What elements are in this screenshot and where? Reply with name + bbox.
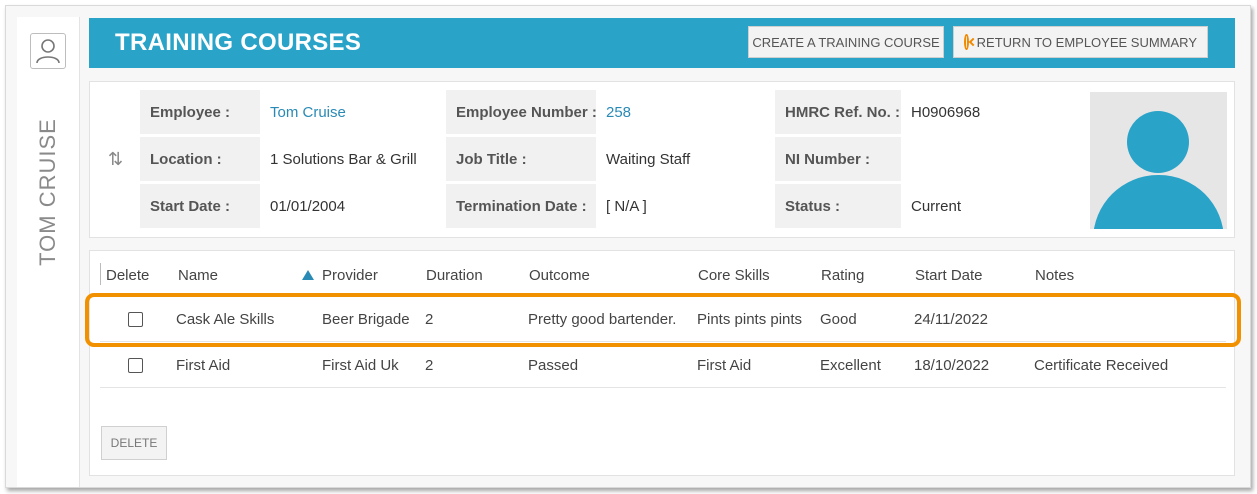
cell-provider: First Aid Uk (322, 357, 399, 374)
hmrc-label: HMRC Ref. No. : (775, 90, 901, 134)
column-header-rating[interactable]: Rating (821, 267, 864, 284)
status-value: Current (911, 197, 962, 215)
delete-button[interactable]: DELETE (101, 426, 167, 460)
employee-photo-placeholder (1090, 92, 1227, 229)
cell-rating: Good (820, 311, 857, 328)
employee-number-link[interactable]: 258 (596, 90, 774, 134)
employee-name-link[interactable]: Tom Cruise (260, 90, 446, 134)
column-header-outcome[interactable]: Outcome (529, 267, 590, 284)
sidebar-employee-name: TOM CRUISE (35, 118, 60, 266)
table-row[interactable]: First Aid First Aid Uk 2 Passed First Ai… (100, 343, 1226, 388)
column-header-core-skills[interactable]: Core Skills (698, 267, 770, 284)
status-label: Status : (775, 184, 901, 228)
start-date-label: Start Date : (140, 184, 260, 228)
ni-number-value (901, 137, 1087, 181)
job-title-value: Waiting Staff (606, 150, 691, 168)
cell-provider: Beer Brigade (322, 311, 410, 328)
start-date-value: 01/01/2004 (270, 197, 346, 215)
cell-notes: Certificate Received (1034, 357, 1169, 374)
employee-sidebar: TOM CRUISE (17, 17, 80, 487)
employee-number-label: Employee Number : (446, 90, 597, 134)
cell-core-skills: Pints pints pints (697, 311, 803, 328)
column-header-provider[interactable]: Provider (302, 267, 378, 284)
cell-start-date: 24/11/2022 (914, 311, 988, 328)
page-title: TRAINING COURSES (115, 29, 362, 56)
termination-date-label: Termination Date : (446, 184, 596, 228)
page-header: TRAINING COURSES CREATE A TRAINING COURS… (89, 18, 1235, 68)
cell-outcome: Passed (528, 357, 579, 374)
create-training-course-button[interactable]: CREATE A TRAINING COURSE (748, 26, 944, 58)
row-delete-checkbox[interactable] (128, 358, 143, 373)
cell-name: First Aid (176, 357, 231, 374)
swap-arrows-icon[interactable]: ⇅ (108, 149, 123, 170)
cell-outcome: Pretty good bartender. (528, 311, 677, 328)
termination-date-value: [ N/A ] (606, 197, 647, 215)
column-header-start-date[interactable]: Start Date (915, 267, 983, 284)
row-delete-checkbox[interactable] (128, 312, 143, 327)
cell-duration: 2 (425, 311, 434, 328)
location-value: 1 Solutions Bar & Grill (270, 150, 417, 168)
column-header-name[interactable]: Name (178, 267, 218, 284)
header-divider (100, 263, 101, 285)
provider-header-label: Provider (322, 267, 378, 284)
column-header-delete[interactable]: Delete (106, 267, 149, 284)
column-header-notes[interactable]: Notes (1035, 267, 1074, 284)
employee-info-panel: ⇅ Employee : Tom Cruise Employee Number … (89, 81, 1235, 238)
cell-core-skills: First Aid (697, 357, 752, 374)
return-button-label: RETURN TO EMPLOYEE SUMMARY (976, 34, 1197, 50)
job-title-label: Job Title : (446, 137, 596, 181)
user-icon[interactable] (30, 33, 66, 69)
avatar-head (1127, 111, 1189, 173)
ni-number-label: NI Number : (775, 137, 901, 181)
hmrc-value: H0906968 (911, 103, 981, 121)
cell-start-date: 18/10/2022 (914, 357, 990, 374)
avatar-body (1093, 175, 1224, 229)
location-label: Location : (140, 137, 260, 181)
sort-ascending-icon (302, 270, 314, 280)
table-row[interactable]: Cask Ale Skills Beer Brigade 2 Pretty go… (100, 297, 1226, 342)
back-arrow-icon (964, 34, 969, 50)
return-to-summary-button[interactable]: RETURN TO EMPLOYEE SUMMARY (953, 26, 1208, 58)
cell-name: Cask Ale Skills (176, 311, 275, 328)
cell-rating: Excellent (820, 357, 881, 374)
create-button-label: CREATE A TRAINING COURSE (752, 34, 940, 50)
employee-label: Employee : (140, 90, 260, 134)
training-courses-table: Delete Name Provider Duration Outcome Co… (89, 250, 1235, 476)
cell-duration: 2 (425, 357, 434, 374)
column-header-duration[interactable]: Duration (426, 267, 483, 284)
